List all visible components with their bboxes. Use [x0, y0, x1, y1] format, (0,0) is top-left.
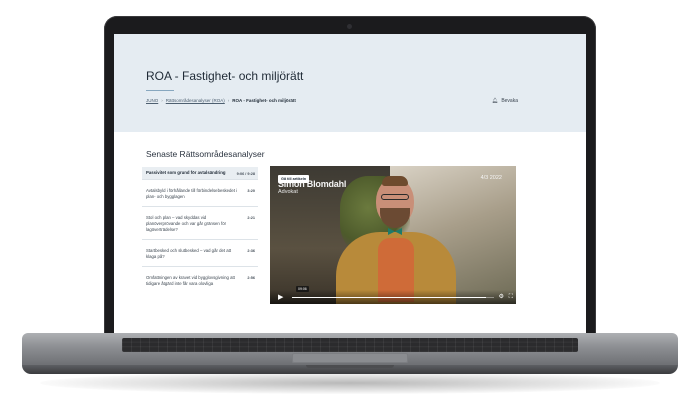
webcam — [347, 24, 352, 29]
list-item-title: Avtalsbyld i förhållande till förbindels… — [146, 188, 238, 199]
breadcrumb-link-juno[interactable]: JUNO — [146, 98, 158, 103]
section-title: Senaste Rättsområdesanalyser — [146, 149, 265, 159]
list-item-duration: 9:06 / 9:28 — [236, 172, 255, 176]
speaker-role: Advokat — [278, 189, 298, 195]
breadcrumb: JUNO › Rättsområdesanalyser (ROA) › ROA - Fa… — [146, 98, 296, 103]
play-icon[interactable]: ▶ — [278, 294, 283, 301]
trackpad — [292, 353, 408, 363]
gear-icon[interactable]: ⚙ — [499, 294, 504, 301]
list-item[interactable]: Startbesked och slutbesked – vad går det… — [142, 240, 258, 267]
page-title: ROA - Fastighet- och miljörätt — [146, 69, 304, 83]
laptop-notch — [306, 365, 394, 368]
fullscreen-icon[interactable]: ⛶ — [509, 294, 513, 301]
speaker-glasses — [381, 194, 409, 200]
page-header: ROA - Fastighet- och miljörätt JUNO › Rätt… — [114, 34, 586, 132]
bell-icon: 🔔︎ — [491, 98, 499, 104]
breadcrumb-separator: › — [227, 98, 230, 103]
list-item[interactable]: Passivitet som grund för avtalsändring 9… — [142, 167, 258, 180]
go-to-article-button[interactable]: Gå till artikeln — [278, 175, 310, 183]
laptop-screen: ROA - Fastighet- och miljörätt JUNO › Rätt… — [114, 34, 586, 333]
breadcrumb-current: ROA - Fastighet- och miljörätt — [232, 98, 296, 103]
video-player[interactable]: Simon Blomdahl Advokat Gå till artikeln … — [270, 166, 516, 304]
list-item-title: Omfattningen av kravet vid bygglovsgivni… — [146, 275, 235, 286]
video-time: 09:06 — [296, 286, 309, 292]
list-item-duration: 2:36 — [247, 249, 255, 253]
breadcrumb-link-roa[interactable]: Rättsområdesanalyser (ROA) — [166, 98, 225, 103]
video-progress-bar[interactable] — [292, 296, 494, 298]
laptop-base — [22, 333, 678, 377]
list-item-title: Startbesked och slutbesked – vad går det… — [146, 248, 232, 259]
list-item[interactable]: Omfattningen av kravet vid bygglovsgivni… — [142, 267, 258, 293]
watch-button[interactable]: 🔔︎ Bevaka — [492, 98, 518, 104]
list-item-title: Passivitet som grund för avtalsändring — [146, 170, 226, 175]
keyboard — [122, 338, 578, 352]
video-date: 4/3 2022 — [480, 175, 502, 181]
speaker-hair — [382, 176, 408, 186]
list-item[interactable]: Stol och plan – vad skyddas vid planöver… — [142, 207, 258, 240]
list-item-title: Stol och plan – vad skyddas vid planöver… — [146, 215, 227, 232]
list-item-duration: 3:20 — [247, 189, 255, 193]
list-item[interactable]: Avtalsbyld i förhållande till förbindels… — [142, 180, 258, 207]
title-underline — [146, 90, 174, 91]
list-item-duration: 2:21 — [247, 216, 255, 220]
watch-label: Bevaka — [501, 98, 518, 104]
breadcrumb-separator: › — [161, 98, 163, 103]
video-progress-fill — [292, 296, 486, 298]
list-item-duration: 2:56 — [247, 276, 255, 280]
analysis-list: Passivitet som grund för avtalsändring 9… — [142, 167, 258, 293]
